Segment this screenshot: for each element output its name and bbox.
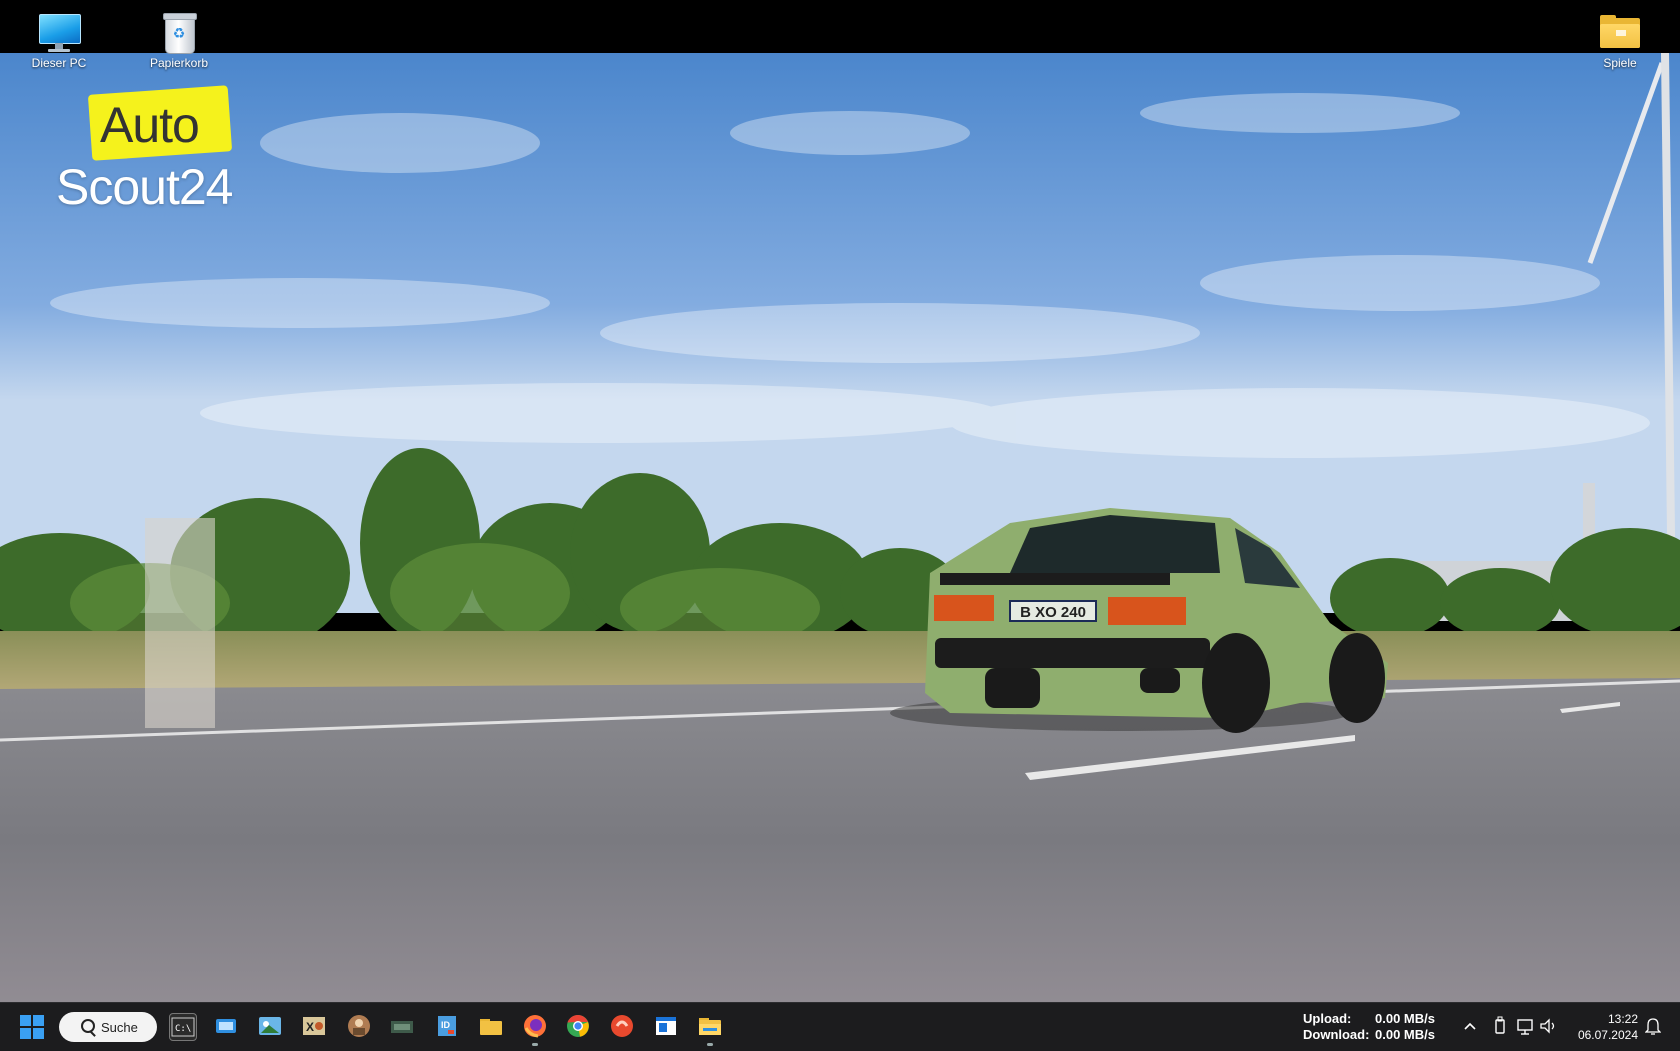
desktop-icon-label: Spiele bbox=[1603, 56, 1637, 70]
network-icon[interactable] bbox=[1515, 1015, 1535, 1037]
start-button[interactable] bbox=[20, 1015, 44, 1039]
notification-bell-icon[interactable] bbox=[1644, 1015, 1662, 1037]
svg-text:C:\: C:\ bbox=[175, 1024, 191, 1034]
recycle-bin-icon: ♻ bbox=[157, 10, 201, 54]
media-player-icon[interactable] bbox=[609, 1013, 635, 1039]
download-value: 0.00 MB/s bbox=[1375, 1027, 1435, 1042]
app-avatar-icon[interactable] bbox=[346, 1013, 372, 1039]
clock-date: 06.07.2024 bbox=[1577, 1028, 1638, 1042]
desktop-icon-spiele[interactable]: Spiele bbox=[1575, 4, 1665, 70]
folder-icon bbox=[1598, 10, 1642, 54]
terminal-icon[interactable]: C:\ bbox=[169, 1013, 197, 1041]
search-icon bbox=[81, 1019, 95, 1033]
usb-device-icon[interactable] bbox=[1490, 1015, 1510, 1037]
upload-value: 0.00 MB/s bbox=[1375, 1011, 1435, 1026]
download-label: Download: bbox=[1303, 1027, 1370, 1042]
taskbar: Suche C:\ X ID Upload: 0.00 MB/s Downloa… bbox=[0, 1002, 1680, 1051]
taskbar-search-button[interactable]: Suche bbox=[59, 1012, 157, 1042]
desktop-wallpaper: B XO 240 Auto Scout24 bbox=[0, 0, 1680, 1002]
taskbar-clock[interactable]: 13:22 06.07.2024 bbox=[1570, 1011, 1638, 1043]
upload-label: Upload: bbox=[1303, 1011, 1352, 1026]
clock-time: 13:22 bbox=[1607, 1012, 1638, 1026]
file-explorer-icon[interactable] bbox=[478, 1013, 504, 1039]
window-app-icon[interactable] bbox=[653, 1013, 679, 1039]
desktop-icon-dieser-pc[interactable]: Dieser PC bbox=[14, 4, 104, 70]
firefox-icon[interactable] bbox=[522, 1013, 548, 1046]
svg-text:X: X bbox=[306, 1020, 314, 1034]
chevron-up-icon[interactable] bbox=[1460, 1015, 1480, 1037]
volume-icon[interactable] bbox=[1538, 1015, 1558, 1037]
monitor-icon bbox=[37, 10, 81, 54]
svg-text:ID: ID bbox=[441, 1020, 451, 1030]
desktop-icon-papierkorb[interactable]: ♻ Papierkorb bbox=[134, 4, 224, 70]
logo-auto-text: Auto bbox=[100, 97, 200, 153]
id-app-icon[interactable]: ID bbox=[434, 1013, 460, 1039]
xnview-icon[interactable]: X bbox=[301, 1013, 327, 1039]
logo-scout-text: Scout24 bbox=[56, 159, 233, 215]
gpu-tool-icon[interactable] bbox=[389, 1013, 415, 1039]
license-plate-text: B XO 240 bbox=[1020, 604, 1086, 621]
search-label: Suche bbox=[101, 1020, 138, 1035]
desktop-icon-label: Papierkorb bbox=[149, 56, 209, 70]
remote-desktop-icon[interactable] bbox=[213, 1013, 239, 1039]
network-speed-widget[interactable]: Upload: 0.00 MB/s Download: 0.00 MB/s bbox=[1303, 1011, 1435, 1043]
wallpaper-top-band bbox=[0, 0, 1680, 53]
photos-icon[interactable] bbox=[257, 1013, 283, 1039]
desktop-icon-label: Dieser PC bbox=[31, 56, 87, 70]
folder-app-icon[interactable] bbox=[697, 1013, 723, 1046]
autoscout24-logo: Auto Scout24 bbox=[56, 85, 266, 216]
chrome-icon[interactable] bbox=[565, 1013, 591, 1039]
